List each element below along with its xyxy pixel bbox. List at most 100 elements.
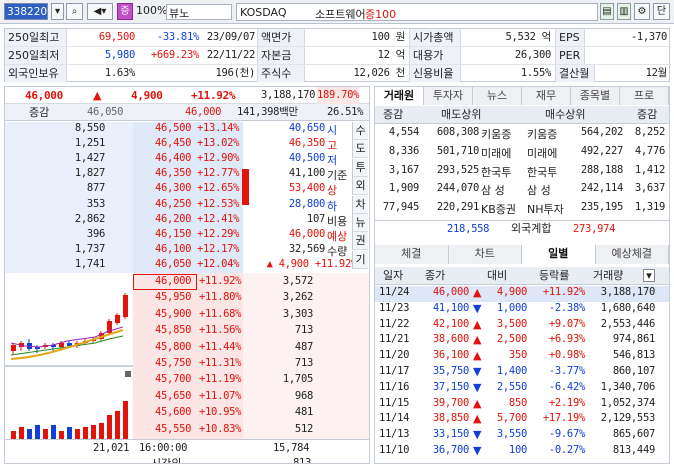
bid-quantity: 3,572 (282, 275, 313, 287)
daily-date[interactable]: 11/14 (379, 412, 409, 424)
tab-3[interactable]: 재무 (522, 87, 571, 105)
broker-sell-name[interactable]: KB증권 (481, 201, 516, 217)
lower-tab-2[interactable]: 일별 (522, 245, 596, 264)
side-tab-7[interactable]: 기 (352, 250, 368, 269)
broker-buy-name[interactable]: 미래에 (527, 145, 557, 161)
broker-sell-inc: 1,909 (388, 182, 419, 195)
tab-2[interactable]: 뉴스 (473, 87, 522, 105)
daily-date[interactable]: 11/10 (379, 444, 409, 456)
daily-date[interactable]: 11/15 (379, 397, 409, 409)
daily-close: 46,000 (432, 286, 469, 298)
daily-close: 36,100 (432, 349, 469, 362)
low-250-date: 22/11/22 (206, 49, 255, 61)
bid-rate: +11.56% (199, 324, 242, 337)
search-icon[interactable]: ⌕ (66, 3, 83, 20)
chevron-down-icon[interactable]: ▾ (51, 3, 64, 20)
link-icon[interactable]: ▥ (617, 3, 631, 20)
broker-sell-name[interactable]: 삼 성 (481, 182, 505, 198)
capital-label: 자본금 (257, 47, 305, 64)
ask-rate: +13.02% (197, 137, 240, 150)
daily-date[interactable]: 11/22 (379, 318, 409, 330)
daily-date[interactable]: 11/23 (379, 302, 409, 314)
broker-buy-label: 매수상위 (545, 108, 586, 121)
daily-header: 일자 종가 대비 등락률 거래량 ▾ (375, 267, 669, 285)
tab-4[interactable]: 종목별 (571, 87, 620, 105)
daily-close: 42,100 (432, 317, 469, 330)
broker-buy-name[interactable]: 삼 성 (527, 182, 551, 198)
daily-rate: -9.67% (548, 428, 585, 441)
side-tab-6[interactable]: 권 (352, 232, 368, 251)
broker-sell-name[interactable]: 한국투 (481, 164, 511, 180)
daily-date[interactable]: 11/24 (379, 286, 409, 298)
daily-volume: 1,052,374 (600, 396, 656, 409)
window-icon[interactable]: ▤ (600, 3, 614, 20)
bid-rate: +11.07% (199, 389, 242, 402)
stock-code-input[interactable]: 338220 (4, 3, 48, 20)
ask-price: 46,450 (155, 137, 192, 150)
candle-body (115, 315, 120, 323)
tab-0[interactable]: 거래원 (375, 87, 424, 105)
side-tab-4[interactable]: 차 (352, 195, 368, 214)
broker-sell-name[interactable]: 미래에 (481, 145, 511, 161)
daily-close: 35,750 (432, 365, 469, 377)
tab-1[interactable]: 투자자 (424, 87, 473, 105)
lower-tab-3[interactable]: 예상체결 (595, 245, 669, 264)
foreign-own-rate: 1.63% (104, 67, 135, 79)
daily-change: 2,550 (496, 380, 527, 393)
daily-date[interactable]: 11/13 (379, 428, 409, 440)
broker-buy-vol: 235,195 (580, 201, 623, 214)
volume-bar (107, 415, 112, 441)
price-summary: 46,000 ▲ 4,900 +11.92% 3,188,170 189.70% (5, 87, 369, 104)
broker-buy-name[interactable]: 한국투 (527, 164, 557, 180)
col-change: 대비 (487, 269, 508, 282)
bid-quantity: 713 (294, 324, 313, 337)
chevron-down-icon[interactable]: ▾ (643, 269, 655, 282)
up-arrow-icon: ▲ (473, 286, 482, 299)
substitute-price-value: 26,300 (514, 49, 551, 61)
high-250-value: 69,500 (98, 31, 135, 43)
broker-inc2-label: 증감 (637, 108, 658, 121)
lower-tab-0[interactable]: 체결 (375, 245, 449, 264)
per-value (585, 47, 667, 64)
candle-body (11, 345, 16, 351)
single-button[interactable]: 단 (653, 3, 670, 20)
daily-rate: -2.38% (548, 301, 585, 314)
stat-value: 28,800 (288, 197, 325, 210)
ask-quantity: 1,737 (74, 242, 105, 255)
broker-sell-name[interactable]: 키움증 (481, 126, 511, 142)
fiscal-month-value: 12월 (645, 67, 668, 79)
bid-quantity: 968 (294, 389, 313, 402)
side-tab-5[interactable]: 뉴 (352, 214, 368, 232)
broker-sell-inc: 8,336 (388, 144, 419, 157)
bid-price: 45,950 (155, 291, 192, 304)
daily-date[interactable]: 11/16 (379, 381, 409, 393)
daily-date[interactable]: 11/17 (379, 365, 409, 377)
stat-value: 46,350 (288, 137, 325, 150)
side-tab-0[interactable]: 수 (352, 122, 368, 140)
bid-rate: +11.92% (199, 275, 242, 287)
side-tab-2[interactable]: 투 (352, 158, 368, 177)
side-tab-1[interactable]: 도 (352, 140, 368, 159)
ask-quantity: 396 (86, 227, 105, 240)
lower-tab-1[interactable]: 차트 (448, 245, 522, 264)
credit-ratio-label: 신용비율 (409, 65, 461, 82)
side-tab-3[interactable]: 외 (352, 177, 368, 196)
daily-date[interactable]: 11/20 (379, 349, 409, 361)
settings-icon[interactable]: ⚙ (634, 3, 650, 20)
high-250-date: 23/09/07 (206, 31, 255, 43)
broker-buy-name[interactable]: 키움증 (527, 126, 557, 142)
daily-close: 33,150 (432, 428, 469, 441)
broker-sell-vol: 244,070 (436, 182, 479, 195)
margin-mode-badge[interactable]: 증 (117, 3, 133, 20)
col-close: 종가 (425, 269, 446, 282)
increase-label: 증감 (29, 106, 50, 119)
bid-quantity: 1,705 (282, 373, 313, 386)
speaker-icon[interactable]: ◀▾ (87, 3, 113, 20)
broker-buy-name[interactable]: NH투자 (527, 201, 564, 217)
daily-date[interactable]: 11/21 (379, 333, 409, 345)
bid-price: 46,000 (155, 275, 192, 287)
up-arrow-icon: ▲ (473, 412, 482, 426)
down-arrow-icon: ▼ (473, 380, 482, 394)
tab-5[interactable]: 프로 (620, 87, 669, 105)
daily-rate: -3.77% (548, 365, 585, 377)
